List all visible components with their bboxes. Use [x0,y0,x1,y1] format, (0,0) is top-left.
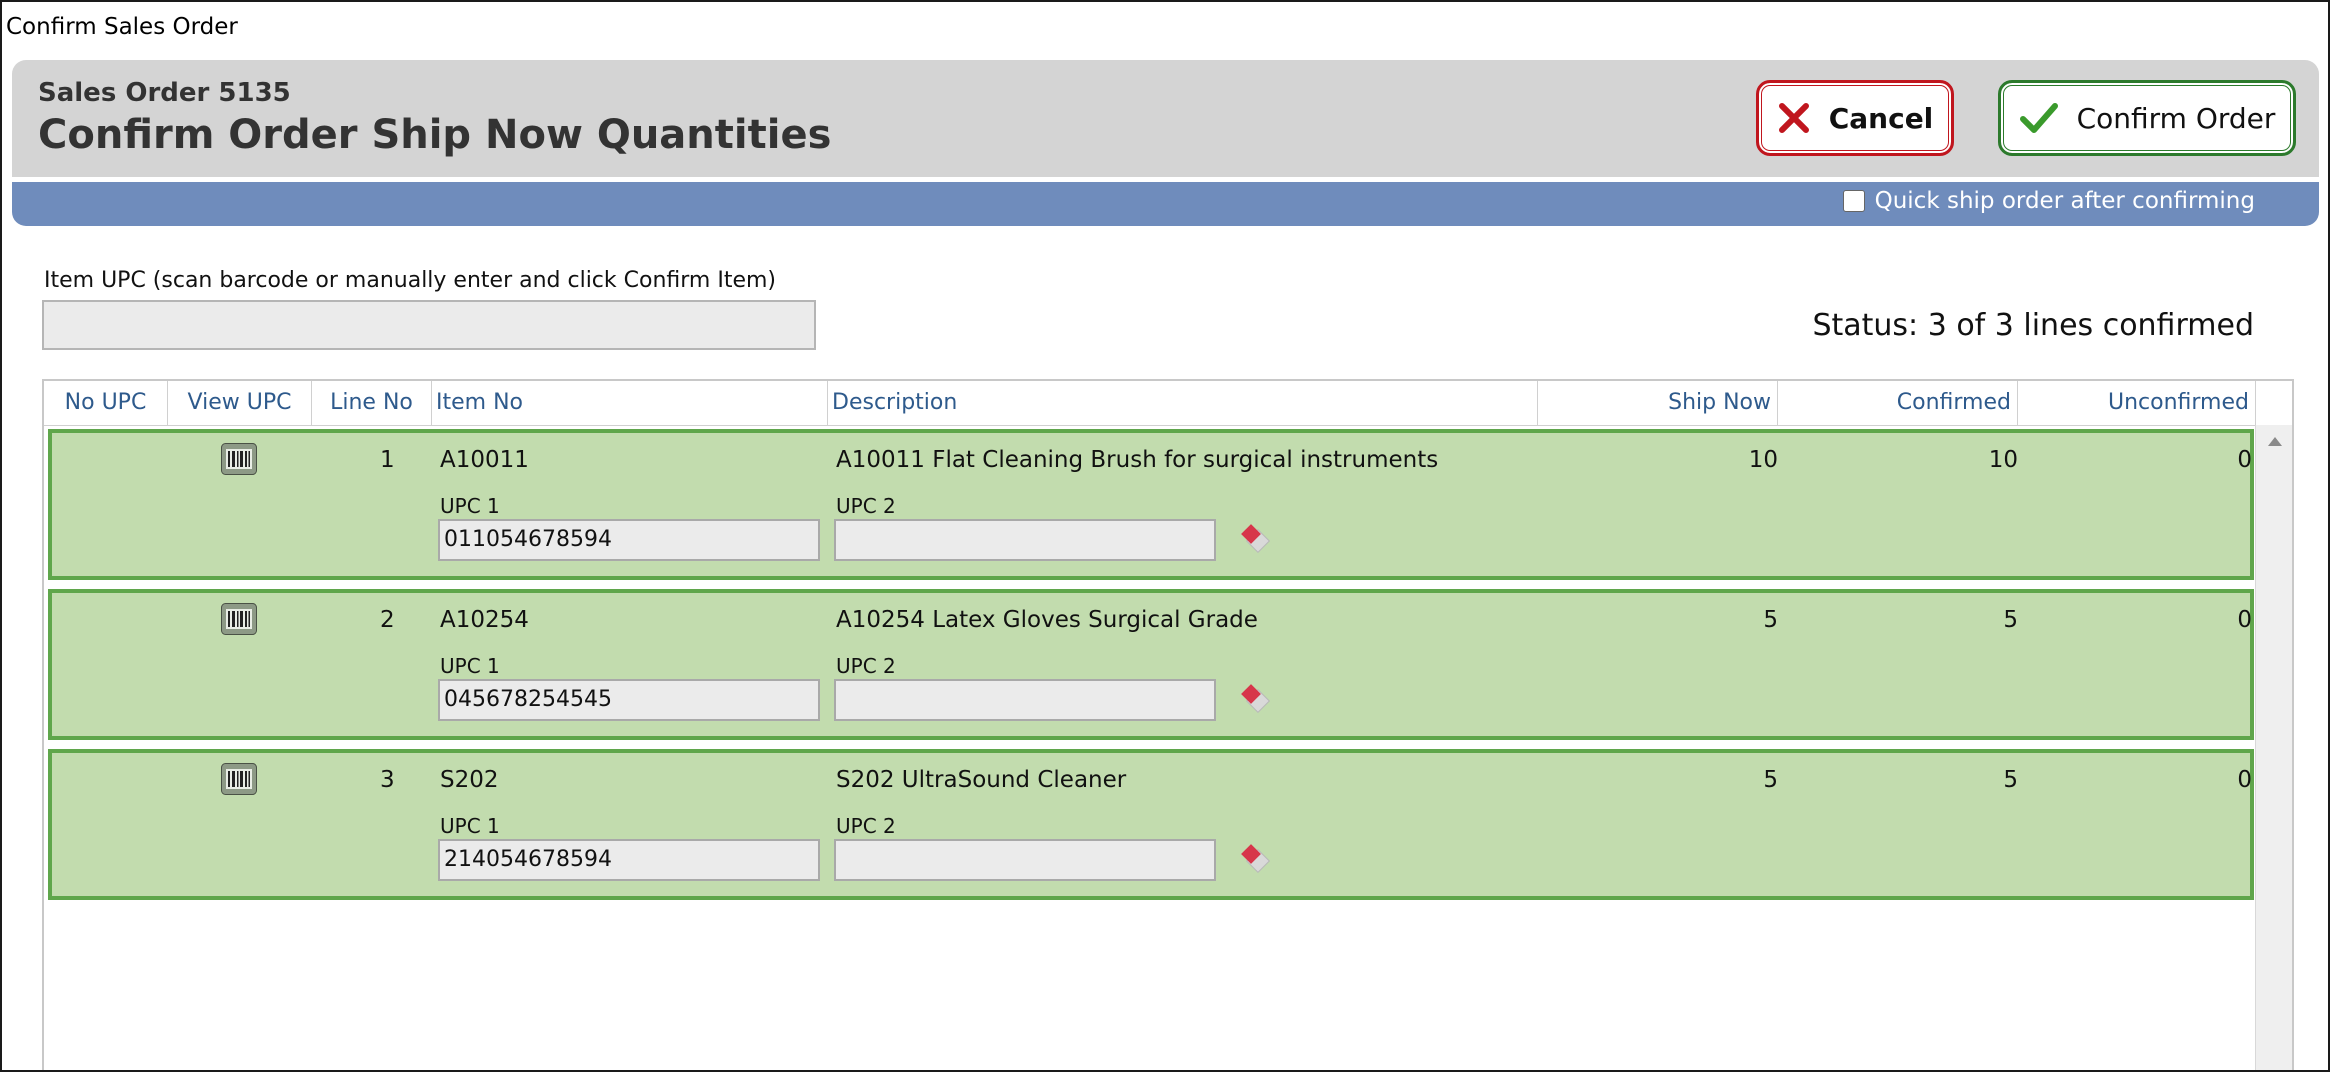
line-no: 2 [380,607,395,633]
barcode-icon[interactable] [221,603,257,635]
unconfirmed-qty: 0 [2237,767,2252,793]
line-no: 1 [380,447,395,473]
confirm-order-button[interactable]: Confirm Order [1998,80,2296,156]
confirmed-qty: 5 [2003,607,2018,633]
confirmed-qty: 10 [1988,447,2018,473]
item-no: A10254 [440,607,529,633]
unconfirmed-qty: 0 [2237,447,2252,473]
column-header-no-upc[interactable]: No UPC [44,381,168,425]
order-lines-grid: No UPC View UPC Line No Item No Descript… [42,379,2294,1070]
item-upc-label: Item UPC (scan barcode or manually enter… [44,268,777,293]
cancel-button-label: Cancel [1828,101,1934,135]
upc2-field[interactable] [834,679,1216,721]
vertical-scrollbar[interactable] [2255,425,2292,1070]
confirm-order-button-label: Confirm Order [2076,101,2276,135]
eraser-icon[interactable] [1238,683,1274,719]
column-header-view-upc[interactable]: View UPC [168,381,312,425]
ship-now-qty: 5 [1763,607,1778,633]
upc1-label: UPC 1 [440,814,500,838]
header-panel: Sales Order 5135 Confirm Order Ship Now … [12,60,2319,177]
grid-header: No UPC View UPC Line No Item No Descript… [44,381,2256,426]
checkmark-icon [2019,101,2059,135]
upc1-field[interactable]: 011054678594 [438,519,820,561]
item-no: S202 [440,767,499,793]
upc1-label: UPC 1 [440,654,500,678]
unconfirmed-qty: 0 [2237,607,2252,633]
scroll-up-arrow-icon[interactable] [2268,437,2282,446]
upc2-label: UPC 2 [836,814,896,838]
upc2-label: UPC 2 [836,654,896,678]
cancel-button[interactable]: Cancel [1756,80,1954,156]
item-upc-input[interactable] [42,300,816,350]
options-bar: Quick ship order after confirming [12,182,2319,226]
x-icon [1777,101,1811,135]
column-header-confirmed[interactable]: Confirmed [1778,381,2018,425]
confirm-sales-order-window: Confirm Sales Order Sales Order 5135 Con… [0,0,2330,1072]
item-no: A10011 [440,447,529,473]
upc1-field[interactable]: 045678254545 [438,679,820,721]
ship-now-qty: 5 [1763,767,1778,793]
description: S202 UltraSound Cleaner [836,767,1127,793]
description: A10254 Latex Gloves Surgical Grade [836,607,1258,633]
ship-now-qty: 10 [1748,447,1778,473]
status-text: Status: 3 of 3 lines confirmed [1812,308,2254,343]
quick-ship-option[interactable]: Quick ship order after confirming [1842,188,2255,214]
column-header-unconfirmed[interactable]: Unconfirmed [2018,381,2256,425]
column-header-item-no[interactable]: Item No [432,381,828,425]
table-row[interactable]: 2 A10254 A10254 Latex Gloves Surgical Gr… [48,589,2254,740]
eraser-icon[interactable] [1238,843,1274,879]
table-row[interactable]: 3 S202 S202 UltraSound Cleaner 5 5 0 UPC… [48,749,2254,900]
upc2-label: UPC 2 [836,494,896,518]
description: A10011 Flat Cleaning Brush for surgical … [836,447,1439,473]
page-title: Confirm Order Ship Now Quantities [38,112,832,158]
upc1-field[interactable]: 214054678594 [438,839,820,881]
column-header-ship-now[interactable]: Ship Now [1538,381,1778,425]
window-title: Confirm Sales Order [6,14,238,40]
upc2-field[interactable] [834,839,1216,881]
quick-ship-checkbox[interactable] [1842,190,1865,212]
line-no: 3 [380,767,395,793]
barcode-icon[interactable] [221,443,257,475]
confirmed-qty: 5 [2003,767,2018,793]
eraser-icon[interactable] [1238,523,1274,559]
table-row[interactable]: 1 A10011 A10011 Flat Cleaning Brush for … [48,429,2254,580]
sales-order-number: Sales Order 5135 [38,78,291,108]
column-header-description[interactable]: Description [828,381,1538,425]
column-header-line-no[interactable]: Line No [312,381,432,425]
quick-ship-label: Quick ship order after confirming [1874,188,2255,214]
upc2-field[interactable] [834,519,1216,561]
barcode-icon[interactable] [221,763,257,795]
upc1-label: UPC 1 [440,494,500,518]
